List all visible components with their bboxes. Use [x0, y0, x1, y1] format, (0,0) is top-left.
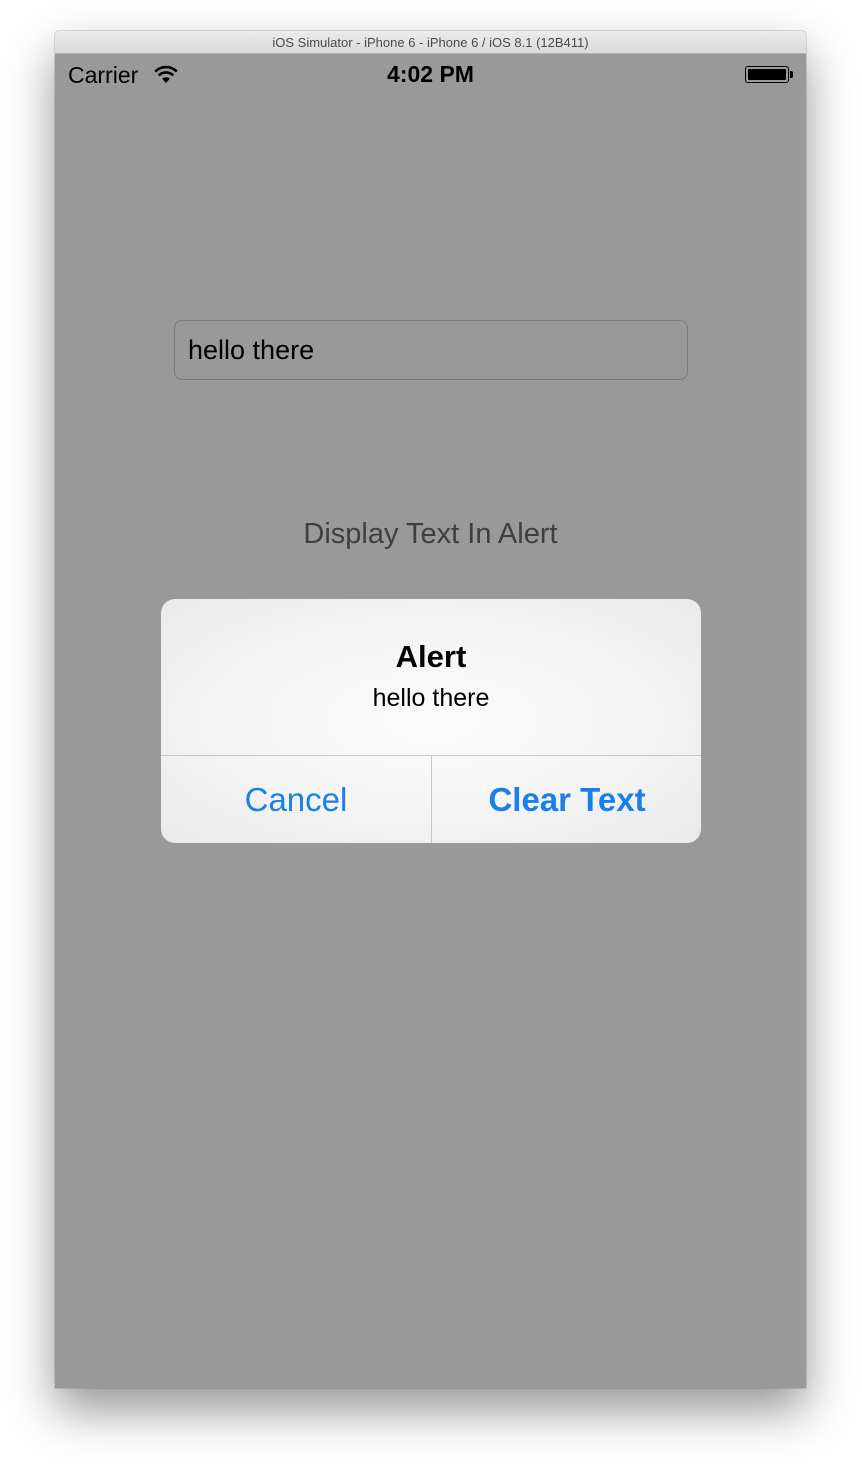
device-screen: Carrier 4:02 PM hello there Display Text…: [55, 54, 806, 1388]
simulator-window: iOS Simulator - iPhone 6 - iPhone 6 / iO…: [55, 31, 806, 1388]
cancel-button[interactable]: Cancel: [161, 756, 431, 843]
text-input[interactable]: hello there: [174, 320, 688, 380]
battery-icon: [745, 66, 789, 83]
status-bar: Carrier 4:02 PM: [55, 54, 806, 96]
battery-level: [748, 69, 786, 80]
display-text-in-alert-button[interactable]: Display Text In Alert: [55, 518, 806, 551]
clear-text-button[interactable]: Clear Text: [432, 756, 701, 843]
status-time: 4:02 PM: [387, 61, 474, 87]
alert-body: Alert hello there: [161, 599, 701, 755]
alert-message: hello there: [372, 684, 490, 712]
alert-title: Alert: [395, 639, 467, 674]
window-title: iOS Simulator - iPhone 6 - iPhone 6 / iO…: [55, 31, 806, 54]
alert-dialog: Alert hello there Cancel Clear Text: [161, 599, 701, 843]
battery-tip: [790, 71, 793, 78]
